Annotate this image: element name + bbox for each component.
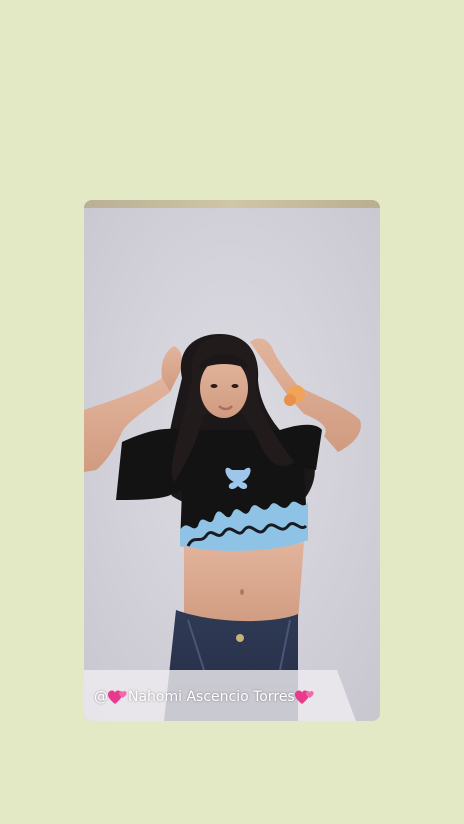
two-hearts-icon [294,690,314,704]
two-hearts-icon [108,690,127,704]
video-card[interactable]: @ Nahomi Ascencio Torres [84,200,380,721]
creator-credit[interactable]: @ Nahomi Ascencio Torres [94,687,315,707]
story-page: @ Nahomi Ascencio Torres [0,0,464,824]
at-symbol: @ [94,689,108,705]
creator-name: Nahomi Ascencio Torres [128,689,295,705]
dancer-photo [84,208,380,721]
